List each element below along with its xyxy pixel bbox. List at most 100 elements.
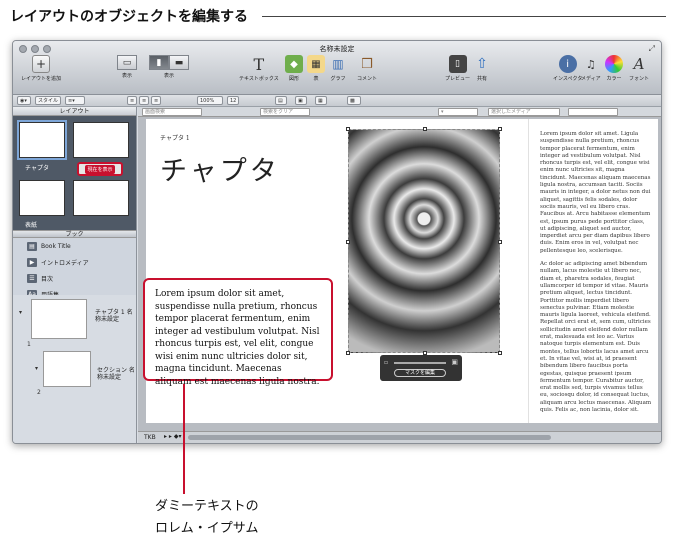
book-item-intro-media[interactable]: ▶ イントロメディア	[13, 254, 136, 270]
layout-thumb-chapter[interactable]	[17, 120, 67, 160]
clear-search-button[interactable]: 検索をクリア	[260, 108, 310, 116]
media-icon: ♫	[585, 57, 596, 71]
resize-handle[interactable]	[346, 351, 350, 355]
fullscreen-icon[interactable]: ⤢	[649, 44, 655, 54]
textbox-icon: T	[253, 54, 265, 74]
caption: ダミーテキストの ロレム・イプサム	[155, 499, 259, 536]
resize-handle[interactable]	[346, 127, 350, 131]
resize-handle[interactable]	[498, 240, 502, 244]
share-button[interactable]: ⇧ 共有	[473, 55, 491, 82]
window-title: 名称未設定	[319, 45, 355, 53]
arrange-button[interactable]: ▦	[315, 96, 327, 105]
add-layout-button[interactable]: + レイアウトを追加	[21, 55, 61, 82]
page-label-1: チャプタ 1 名称未設定	[95, 309, 133, 323]
apply-button[interactable]	[568, 108, 618, 116]
layout-pane: チャプタ 現在を表示 表紙	[13, 116, 136, 230]
page-thumb-1[interactable]	[31, 299, 87, 339]
book-header: ブック	[13, 230, 136, 238]
share-icon: ⇧	[476, 56, 488, 72]
book-item-toc[interactable]: ☰ 目次	[13, 270, 136, 286]
zoom-in-icon: ▣	[451, 358, 458, 366]
font-button[interactable]: A フォント	[629, 55, 649, 82]
table-icon: ▦	[307, 55, 325, 73]
page-label-2: セクション 名称未設定	[97, 367, 135, 381]
titlebar: 名称未設定 ⤢ + レイアウトを追加 ▭ 表示 ▮ ▬ 表示 T テキストボック…	[13, 41, 661, 95]
layout-thumb-chapter-spread[interactable]	[73, 122, 129, 158]
flower-image[interactable]	[346, 127, 502, 355]
list-style-select[interactable]: ≡▾	[65, 96, 85, 105]
chart-icon: ▥	[332, 57, 344, 71]
heading-rule	[262, 16, 666, 17]
view-icon: ▭	[117, 55, 137, 70]
layout-label-cover: 表紙	[25, 222, 38, 229]
page-num-2: 2	[37, 389, 41, 396]
edit-mask-button[interactable]: マスクを編集	[394, 369, 446, 377]
chart-button[interactable]: ▥ グラフ	[329, 55, 347, 82]
callout-lorem-ipsum[interactable]: Lorem ipsum dolor sit amet, suspendisse …	[143, 278, 333, 387]
sidebar: レイアウト チャプタ 現在を表示 表紙 ブック ▤ Book Title ▶ イント…	[13, 107, 137, 443]
table-button[interactable]: ▦ 表	[307, 55, 325, 82]
mask-size-slider[interactable]	[394, 362, 446, 364]
preview-icon: ▯	[448, 55, 467, 73]
search-row: 画面検索 検索をクリア ▾ 選択したメディア	[138, 107, 661, 117]
align-center-button[interactable]: ≡	[139, 96, 149, 105]
zoom-select[interactable]: 100%	[197, 96, 223, 105]
paragraph-style-select[interactable]: スタイル	[35, 96, 61, 105]
page-heading: レイアウトのオブジェクトを編集する	[10, 9, 248, 25]
plus-icon: +	[32, 55, 50, 73]
shape-icon: ◆	[285, 55, 303, 73]
zoom-out-icon: ▫	[384, 359, 389, 366]
page-thumbnails: ▾ チャプタ 1 名称未設定 1 ▾ セクション 名称未設定 2	[13, 295, 136, 443]
comment-icon: ❒	[361, 56, 373, 72]
horizontal-scrollbar[interactable]	[188, 435, 551, 440]
wrap-button[interactable]: ▤	[275, 96, 287, 105]
filter-select[interactable]: ▾	[438, 108, 478, 116]
zoom-stepper[interactable]: ▸ ▸ ◆▾	[164, 433, 181, 440]
font-size-field[interactable]: 12	[227, 96, 239, 105]
display-icon: ▮	[149, 55, 169, 70]
layout-header: レイアウト	[13, 107, 136, 116]
book-icon: ▤	[27, 241, 37, 251]
media-select[interactable]: 選択したメディア	[488, 108, 560, 116]
view-button[interactable]: ▭ 表示	[117, 55, 137, 79]
layout-thumb-cover[interactable]	[19, 180, 65, 216]
resize-handle[interactable]	[498, 351, 502, 355]
layout-label-chapter: チャプタ	[25, 165, 49, 172]
resize-handle[interactable]	[346, 240, 350, 244]
chapter-number: チャプタ 1	[160, 135, 190, 142]
font-icon: A	[633, 55, 645, 73]
search-field[interactable]: 画面検索	[142, 108, 202, 116]
app-window: 名称未設定 ⤢ + レイアウトを追加 ▭ 表示 ▮ ▬ 表示 T テキストボック…	[12, 40, 662, 444]
page-num-1: 1	[27, 341, 31, 348]
align-right-button[interactable]: ≡	[151, 96, 161, 105]
media-button[interactable]: ♫ メディア	[581, 55, 601, 83]
border-button[interactable]: ▣	[295, 96, 307, 105]
book-item-title[interactable]: ▤ Book Title	[13, 238, 136, 254]
page-thumb-2[interactable]	[43, 351, 91, 387]
page-divider	[528, 119, 529, 423]
preview-button[interactable]: ▯ プレビュー	[445, 55, 470, 82]
style-drawer-button[interactable]: ◉▾	[17, 96, 31, 105]
body-paragraph: Lorem ipsum dolor sit amet. Ligula suspe…	[540, 131, 651, 254]
body-paragraph: Ac dolor ac adipiscing amet bibendum nul…	[540, 261, 652, 413]
body-text-column[interactable]: Lorem ipsum dolor sit amet. Ligula suspe…	[540, 131, 652, 420]
shape-button[interactable]: ◆ 図形	[285, 55, 303, 82]
layout-thumb-cover-spread[interactable]	[73, 180, 129, 216]
display-alt-icon: ▬	[169, 55, 189, 70]
fill-button[interactable]: ▩	[347, 96, 361, 105]
resize-handle[interactable]	[423, 127, 427, 131]
inspector-icon: i	[558, 55, 577, 73]
comment-button[interactable]: ❒ コメント	[357, 55, 377, 83]
display-toggle[interactable]: ▮ ▬ 表示	[149, 55, 189, 79]
color-icon	[605, 55, 623, 73]
color-button[interactable]: カラー	[605, 55, 623, 82]
chapter-title[interactable]: チャプタ	[160, 149, 280, 188]
callout-pointer-line	[183, 384, 185, 494]
textbox-button[interactable]: T テキストボックス	[239, 54, 279, 83]
align-left-button[interactable]: ≡	[127, 96, 137, 105]
current-layout-tag[interactable]: 現在を表示	[77, 162, 123, 176]
resize-handle[interactable]	[498, 127, 502, 131]
mask-editor-popup: ▫ ▣ マスクを編集	[380, 355, 462, 381]
bottom-bar: TKB ▸ ▸ ◆▾	[138, 431, 661, 443]
inspector-button[interactable]: i インスペクタ	[553, 55, 582, 82]
